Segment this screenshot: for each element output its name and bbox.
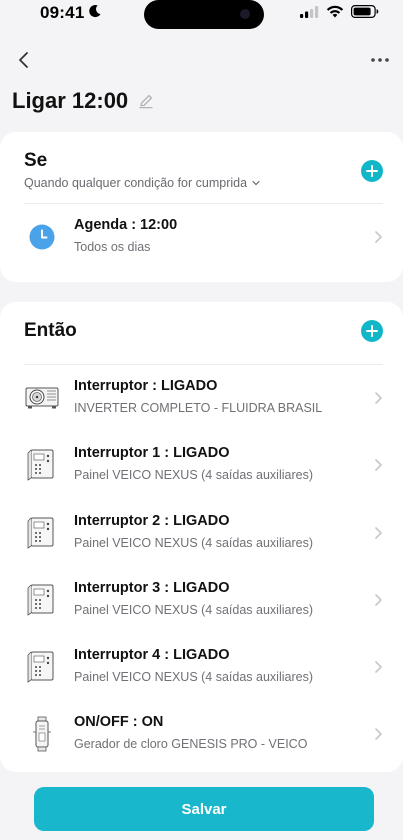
clock-icon: [24, 219, 60, 255]
action-subtitle: Painel VEICO NEXUS (4 saídas auxiliares): [74, 468, 313, 482]
title-row: Ligar 12:00: [12, 88, 154, 114]
action-row[interactable]: ON/OFF : ON Gerador de cloro GENESIS PRO…: [0, 702, 403, 766]
status-icons: [300, 5, 379, 18]
status-time: 09:41: [40, 3, 85, 22]
battery-icon: [351, 5, 379, 18]
chevron-right-icon: [375, 594, 382, 606]
action-row[interactable]: Interruptor 1 : LIGADO Painel VEICO NEXU…: [0, 433, 403, 497]
condition-title: Agenda : 12:00: [74, 217, 178, 233]
chevron-right-icon: [375, 661, 382, 673]
chlorinator-icon: [24, 716, 60, 752]
divider: [24, 203, 383, 204]
more-horizontal-icon: [371, 58, 389, 62]
action-row[interactable]: Interruptor 3 : LIGADO Painel VEICO NEXU…: [0, 568, 403, 632]
chevron-right-icon: [375, 459, 382, 471]
chevron-down-icon: [252, 180, 260, 186]
then-card: Então Interruptor : LIGADO INVERTER COMP…: [0, 302, 403, 772]
status-bar: 09:41: [0, 0, 403, 34]
wifi-icon: [326, 5, 344, 18]
nav-bar: [0, 46, 403, 76]
back-button[interactable]: [12, 46, 34, 74]
action-subtitle: INVERTER COMPLETO - FLUIDRA BRASIL: [74, 401, 323, 415]
condition-row[interactable]: Agenda : 12:00 Todos os dias: [0, 205, 403, 269]
chevron-right-icon: [375, 231, 382, 243]
save-button[interactable]: Salvar: [34, 787, 374, 831]
action-subtitle: Painel VEICO NEXUS (4 saídas auxiliares): [74, 670, 313, 684]
page-title: Ligar 12:00: [12, 88, 129, 113]
action-title: Interruptor 4 : LIGADO: [74, 647, 230, 663]
action-title: ON/OFF : ON: [74, 714, 164, 730]
if-card: Se Quando qualquer condição for cumprida…: [0, 132, 403, 282]
add-condition-button[interactable]: [361, 160, 383, 182]
dynamic-island: [144, 0, 264, 29]
chevron-right-icon: [375, 527, 382, 539]
signal-icon: [300, 5, 319, 18]
condition-mode-label: Quando qualquer condição for cumprida: [24, 176, 248, 190]
edit-pencil-icon[interactable]: [138, 93, 154, 109]
action-subtitle: Gerador de cloro GENESIS PRO - VEICO: [74, 737, 308, 751]
action-title: Interruptor 2 : LIGADO: [74, 513, 230, 529]
action-row[interactable]: Interruptor : LIGADO INVERTER COMPLETO -…: [0, 366, 403, 430]
action-row[interactable]: Interruptor 2 : LIGADO Painel VEICO NEXU…: [0, 501, 403, 565]
action-subtitle: Painel VEICO NEXUS (4 saídas auxiliares): [74, 603, 313, 617]
add-action-button[interactable]: [361, 320, 383, 342]
action-title: Interruptor : LIGADO: [74, 378, 218, 394]
then-heading: Então: [24, 320, 77, 341]
condition-subtitle: Todos os dias: [74, 240, 151, 254]
condition-mode-selector[interactable]: Quando qualquer condição for cumprida: [24, 176, 260, 190]
chevron-right-icon: [375, 392, 382, 404]
chevron-left-icon: [19, 52, 28, 68]
action-row[interactable]: Interruptor 4 : LIGADO Painel VEICO NEXU…: [0, 635, 403, 699]
chevron-right-icon: [375, 728, 382, 740]
if-heading: Se: [24, 150, 48, 171]
control-panel-icon: [24, 582, 60, 618]
action-title: Interruptor 1 : LIGADO: [74, 445, 230, 461]
divider: [24, 364, 383, 365]
heat-pump-icon: [24, 380, 60, 416]
control-panel-icon: [24, 649, 60, 685]
more-options-button[interactable]: [367, 48, 393, 72]
moon-icon: [89, 5, 101, 18]
action-title: Interruptor 3 : LIGADO: [74, 580, 230, 596]
control-panel-icon: [24, 515, 60, 551]
action-subtitle: Painel VEICO NEXUS (4 saídas auxiliares): [74, 536, 313, 550]
control-panel-icon: [24, 447, 60, 483]
